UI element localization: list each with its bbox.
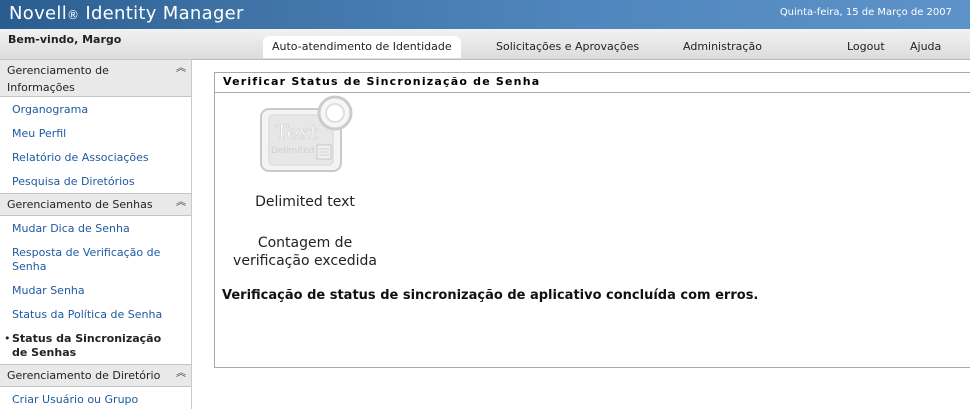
sidebar-section-information-management[interactable]: Gerenciamento de Informações ︽ — [0, 59, 191, 97]
sidebar-item-associations-report[interactable]: Relatório de Associações — [0, 151, 191, 175]
icon-caption: Delimited text — [255, 194, 355, 210]
delimited-text-icon: Text Delimited — [260, 95, 353, 172]
sidebar-item-create-user-or-group[interactable]: Criar Usuário ou Grupo — [0, 393, 191, 411]
sidebar-item-my-profile[interactable]: Meu Perfil — [0, 127, 191, 151]
collapse-icon[interactable]: ︽ — [174, 62, 188, 76]
welcome-bar: Bem-vindo, Margo — [0, 29, 970, 60]
current-bullet: • — [4, 332, 11, 345]
product-logo: Novell® Identity Manager — [9, 3, 244, 24]
tab-administration[interactable]: Administração — [683, 36, 762, 58]
sidebar-section-password-management[interactable]: Gerenciamento de Senhas ︽ — [0, 193, 191, 216]
section-title: Gerenciamento de Informações — [7, 64, 109, 94]
tab-requests-approvals[interactable]: Solicitações e Aprovações — [496, 36, 639, 58]
brand-name: Novell — [9, 3, 68, 24]
sidebar-item-change-password-hint[interactable]: Mudar Dica de Senha — [0, 222, 191, 246]
sidebar-item-change-password[interactable]: Mudar Senha — [0, 284, 191, 308]
sidebar-item-label: Status da Sincronização de Senhas — [12, 332, 162, 359]
sidebar-item-password-challenge-response[interactable]: Resposta de Verificação de Senha — [0, 246, 191, 284]
section-title: Gerenciamento de Senhas — [7, 198, 153, 211]
sidebar-item-directory-search[interactable]: Pesquisa de Diretórios — [0, 175, 191, 193]
count-label-line-2: verificação excedida — [233, 253, 377, 269]
icon-label-text: Text — [275, 120, 318, 144]
sidebar-item-org-chart[interactable]: Organograma — [0, 103, 191, 127]
panel-title: Verificar Status de Sincronização de Sen… — [215, 73, 970, 93]
icon-label-delimited: Delimited — [271, 146, 315, 156]
count-label-line-1: Contagem de — [257, 235, 353, 251]
sidebar-item-password-sync-status[interactable]: • Status da Sincronização de Senhas — [0, 332, 191, 364]
collapse-icon[interactable]: ︽ — [174, 367, 188, 381]
result-message: Verificação de status de sincronização d… — [222, 288, 759, 303]
count-label: Contagem de verificação excedida — [225, 235, 385, 269]
header-bar: Novell® Identity Manager Quinta-feira, 1… — [0, 0, 970, 29]
tab-identity-self-service[interactable]: Auto-atendimento de Identidade — [263, 36, 461, 58]
section-title: Gerenciamento de Diretório — [7, 369, 161, 382]
collapse-icon[interactable]: ︽ — [174, 196, 188, 210]
sync-status-panel: Verificar Status de Sincronização de Sen… — [214, 72, 970, 368]
logout-link[interactable]: Logout — [847, 36, 885, 58]
registered-mark: ® — [67, 8, 80, 22]
sidebar-section-directory-management[interactable]: Gerenciamento de Diretório ︽ — [0, 364, 191, 387]
sidebar: Gerenciamento de Informações ︽ Organogra… — [0, 59, 192, 409]
help-link[interactable]: Ajuda — [910, 36, 941, 58]
welcome-text: Bem-vindo, Margo — [8, 33, 122, 46]
current-date: Quinta-feira, 15 de Março de 2007 — [779, 7, 952, 18]
brand-product: Identity Manager — [79, 3, 244, 24]
sidebar-item-password-policy-status[interactable]: Status da Política de Senha — [0, 308, 191, 332]
